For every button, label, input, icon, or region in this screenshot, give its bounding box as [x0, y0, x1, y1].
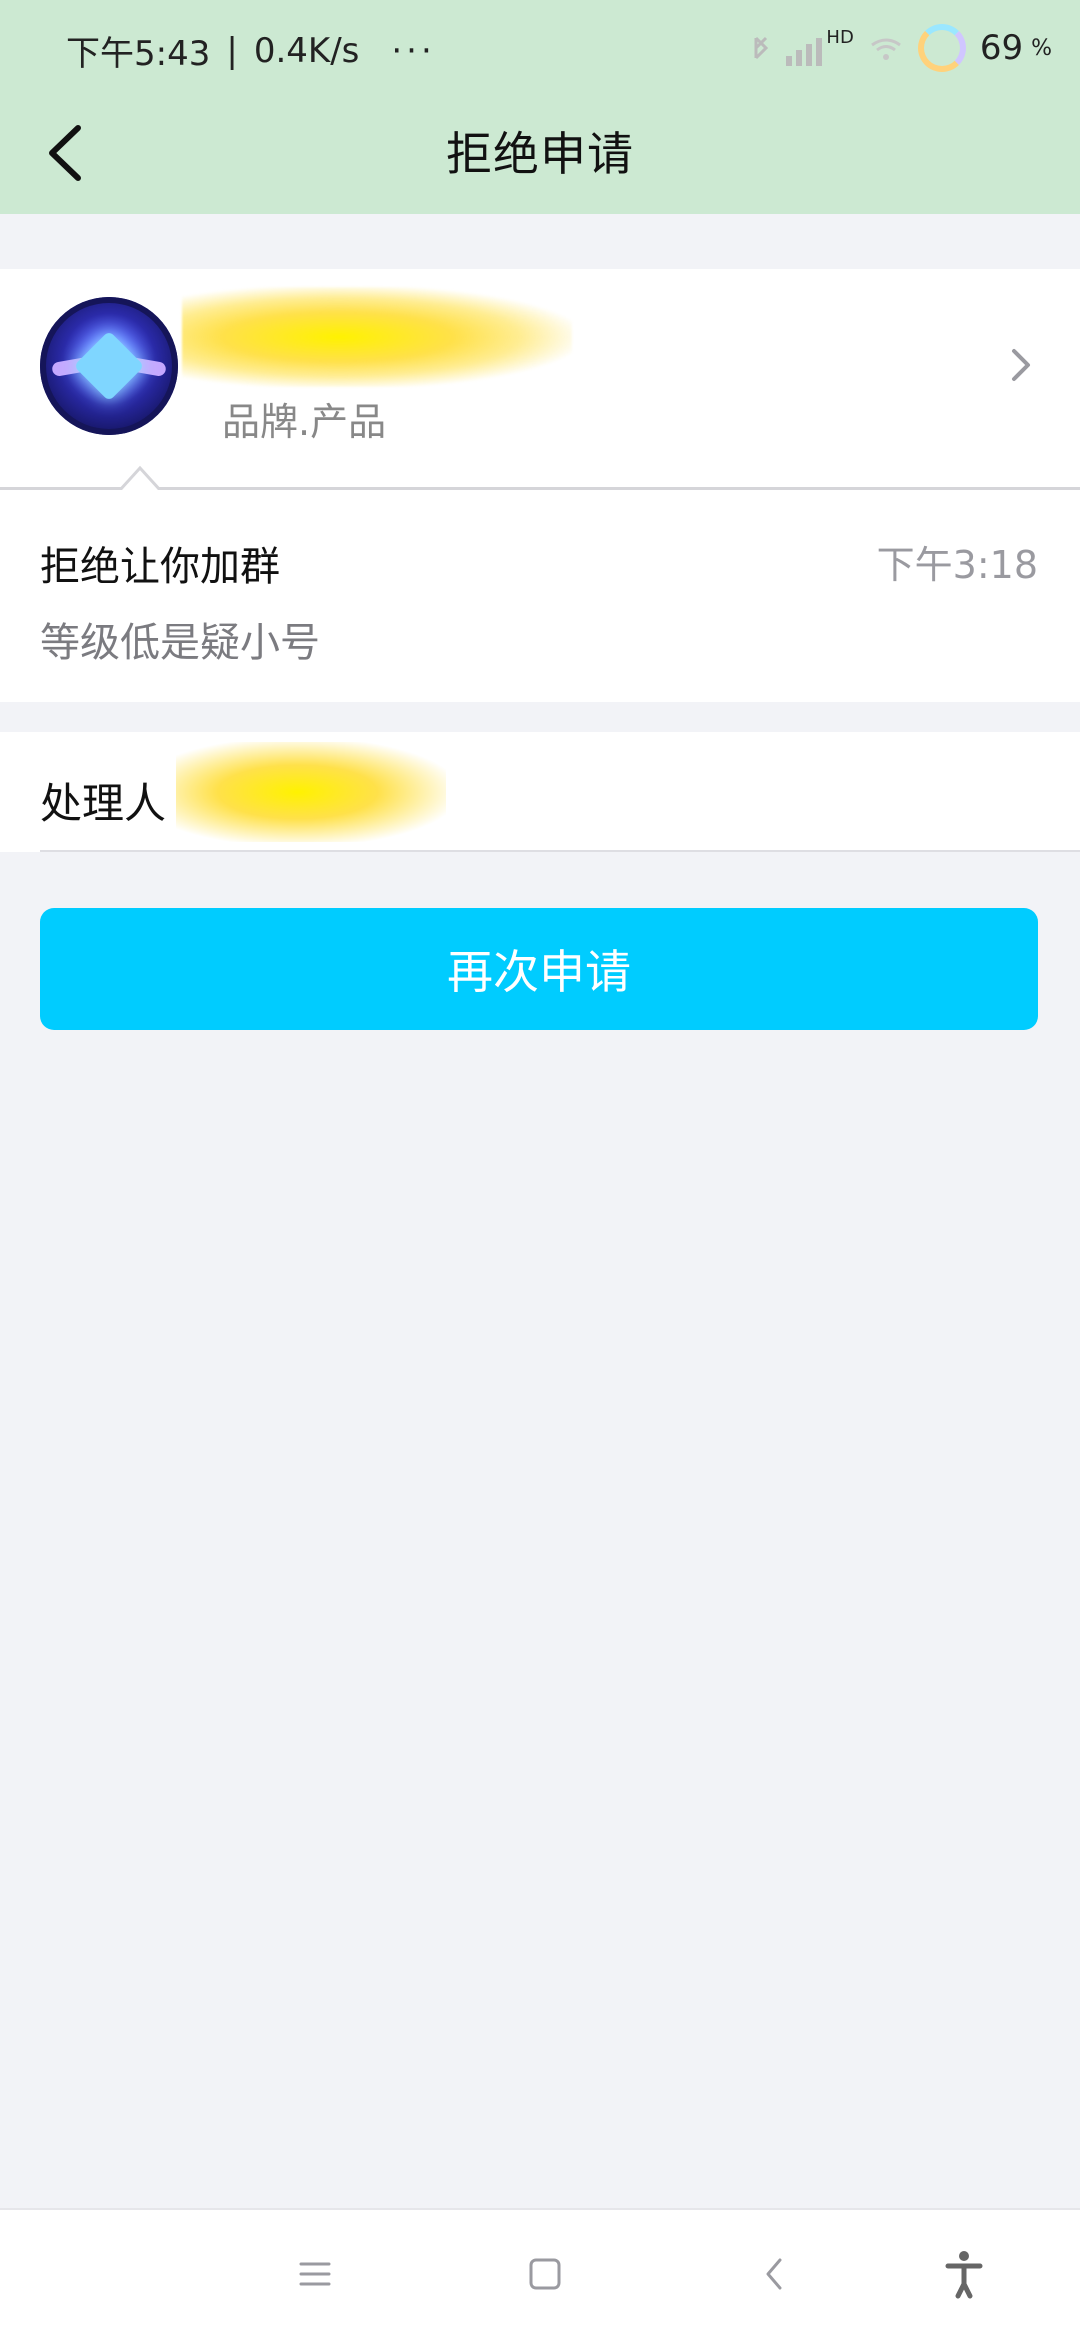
- battery-ring-icon: [917, 24, 966, 72]
- handler-row: 处理人: [0, 732, 1080, 852]
- reapply-button[interactable]: 再次申请: [40, 908, 1038, 1030]
- nav-back-icon[interactable]: [746, 2244, 806, 2304]
- profile-subtitle: 品牌.产品: [222, 400, 387, 444]
- page-title: 拒绝申请: [446, 127, 634, 181]
- battery-percent: %: [1031, 35, 1052, 61]
- chevron-right-icon[interactable]: [1006, 345, 1036, 385]
- signal-icon: [786, 30, 830, 66]
- title-bar: 拒绝申请: [0, 96, 1080, 214]
- message-time: 下午3:18: [876, 543, 1038, 587]
- status-right: HD 69 %: [750, 24, 1052, 72]
- wifi-icon: [870, 38, 901, 60]
- message-section: 拒绝让你加群 下午3:18 等级低是疑小号: [0, 490, 1080, 702]
- menu-icon[interactable]: [285, 2244, 345, 2304]
- home-square-icon[interactable]: [515, 2244, 575, 2304]
- more-dots: ···: [391, 30, 436, 71]
- row-divider: [40, 850, 1080, 852]
- network-speed: 0.4K/s: [253, 30, 360, 71]
- time: 下午5:43: [66, 34, 211, 74]
- bluetooth-icon: [754, 36, 769, 60]
- notch-icon: [120, 465, 160, 490]
- status-bar: 下午5:43 | 0.4K/s ··· HD 69 %: [0, 0, 1080, 96]
- message-heading: 拒绝让你加群: [40, 544, 280, 590]
- redacted-handler-name: [176, 742, 446, 842]
- separator: |: [226, 30, 238, 71]
- accessibility-icon[interactable]: [934, 2244, 994, 2304]
- status-left: 下午5:43 | 0.4K/s ···: [66, 26, 436, 75]
- group-profile-card[interactable]: 品牌.产品: [0, 269, 1080, 489]
- system-nav-bar: [0, 2208, 1080, 2340]
- handler-label: 处理人: [40, 779, 167, 828]
- message-reason: 等级低是疑小号: [40, 620, 320, 666]
- hd-label: HD: [826, 26, 854, 48]
- avatar[interactable]: [40, 297, 178, 435]
- redacted-name: [182, 287, 572, 387]
- battery-level: 69: [979, 28, 1024, 68]
- top-bar: 下午5:43 | 0.4K/s ··· HD 69 % 拒绝申请: [0, 0, 1080, 214]
